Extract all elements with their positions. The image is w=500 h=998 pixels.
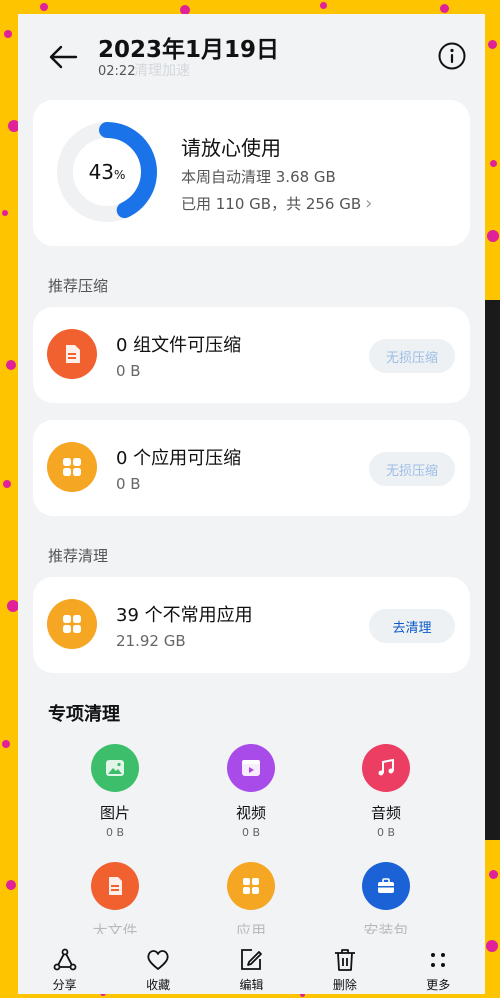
- share-icon: [53, 948, 77, 971]
- favorite-label: 收藏: [146, 978, 171, 992]
- special-item-pictures[interactable]: 图片 0 B: [70, 744, 160, 839]
- file-icon: [91, 862, 139, 910]
- special-item-audio[interactable]: 音频 0 B: [341, 744, 431, 839]
- share-button[interactable]: 分享: [30, 934, 100, 993]
- special-item-label: 图片: [99, 804, 130, 822]
- compress-files-size: 0 B: [116, 362, 141, 380]
- compress-files-card[interactable]: 0 组文件可压缩 0 B 无损压缩: [33, 307, 470, 403]
- special-clean-title: 专项清理: [48, 704, 120, 725]
- special-item-label: 音频: [370, 804, 401, 822]
- edit-label: 编辑: [239, 978, 264, 992]
- delete-label: 删除: [332, 978, 357, 992]
- storage-usage[interactable]: 已用 110 GB，共 256 GB ›: [181, 193, 372, 214]
- more-button[interactable]: 更多: [403, 934, 473, 993]
- compress-files-title: 0 组文件可压缩: [116, 335, 242, 356]
- toolbox-icon: [362, 862, 410, 910]
- unused-apps-size: 21.92 GB: [116, 632, 186, 650]
- section-label-compress: 推荐压缩: [48, 277, 109, 295]
- edit-icon: [241, 949, 263, 970]
- go-clean-button[interactable]: 去清理: [369, 609, 455, 643]
- unused-apps-card[interactable]: 39 个不常用应用 21.92 GB 去清理: [33, 577, 470, 673]
- special-item-videos[interactable]: 视频 0 B: [206, 744, 296, 839]
- picture-icon: [91, 744, 139, 792]
- phone-screen: 清理加速 2023年1月19日 02:22 43% 请放心使用 本周自动清理 3…: [18, 14, 485, 994]
- storage-status: 请放心使用: [181, 136, 281, 160]
- apps-grid-icon: [47, 442, 97, 492]
- info-icon[interactable]: [437, 41, 467, 71]
- heart-icon: [147, 950, 169, 970]
- music-icon: [362, 744, 410, 792]
- compress-apps-size: 0 B: [116, 475, 141, 493]
- storage-percent: 43%: [88, 160, 126, 184]
- compress-apps-card[interactable]: 0 个应用可压缩 0 B 无损压缩: [33, 420, 470, 516]
- special-item-packages[interactable]: 安装包: [341, 862, 431, 941]
- share-label: 分享: [52, 978, 77, 992]
- special-item-label: 视频: [235, 804, 266, 822]
- header: 清理加速 2023年1月19日 02:22: [18, 14, 485, 94]
- delete-button[interactable]: 删除: [310, 934, 380, 993]
- edit-button[interactable]: 编辑: [216, 934, 286, 993]
- special-item-apps[interactable]: 应用: [206, 862, 296, 941]
- apps-grid-icon: [47, 599, 97, 649]
- compress-apps-title: 0 个应用可压缩: [116, 448, 242, 469]
- favorite-button[interactable]: 收藏: [123, 934, 193, 993]
- more-label: 更多: [426, 978, 451, 992]
- weekly-clean-info: 本周自动清理 3.68 GB: [181, 168, 336, 186]
- more-dots-icon: [431, 953, 446, 967]
- bottom-toolbar: 分享 收藏 编辑 删除 更多: [18, 934, 485, 994]
- file-icon: [47, 329, 97, 379]
- special-item-size: 0 B: [376, 826, 396, 839]
- special-item-size: 0 B: [241, 826, 261, 839]
- section-label-clean: 推荐清理: [48, 547, 109, 565]
- special-item-large-files[interactable]: 大文件: [70, 862, 160, 941]
- lossless-compress-files-button[interactable]: 无损压缩: [369, 339, 455, 373]
- chevron-right-icon: ›: [365, 193, 373, 214]
- trash-icon: [334, 949, 355, 971]
- page-subtitle-time: 02:22: [98, 64, 136, 79]
- back-arrow-icon[interactable]: [46, 40, 80, 74]
- apps-grid-icon: [227, 862, 275, 910]
- lossless-compress-apps-button[interactable]: 无损压缩: [369, 452, 455, 486]
- video-icon: [227, 744, 275, 792]
- page-title: 2023年1月19日: [98, 37, 280, 63]
- special-item-size: 0 B: [105, 826, 125, 839]
- storage-card[interactable]: 43% 请放心使用 本周自动清理 3.68 GB 已用 110 GB，共 256…: [33, 100, 470, 246]
- unused-apps-title: 39 个不常用应用: [116, 605, 253, 626]
